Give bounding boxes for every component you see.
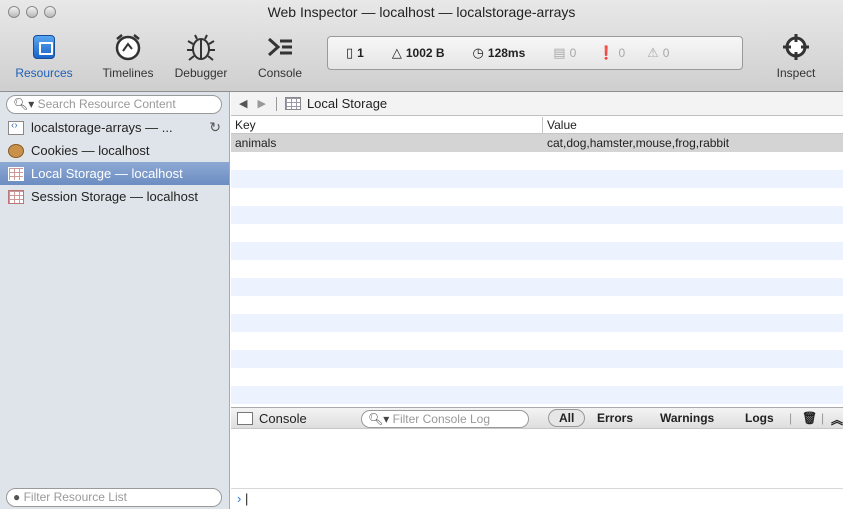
console-filter-warnings-button[interactable]: Warnings [660,411,714,425]
tab-console[interactable]: Console [252,30,308,80]
trash-icon[interactable]: 🗑︎ [802,411,817,425]
empty-row [231,152,843,170]
dashboard-errors[interactable]: ❗ 0 [598,45,625,61]
warning-icon: ⚠ [647,45,659,60]
inspect-label: Inspect [776,66,816,80]
window-title: Web Inspector — localhost — localstorage… [267,4,576,20]
console-filter-logs-button[interactable]: Logs [745,411,774,425]
sidebar-item-session-storage[interactable]: Session Storage — localhost [0,185,229,208]
storage-grid-icon [8,166,24,181]
activity-dashboard[interactable]: ▯ 1 △ 1002 B ◷ 128ms ▤ 0 ❗ 0 ⚠ 0 [327,36,743,70]
empty-row [231,368,843,386]
storage-grid-icon [284,97,301,110]
dashboard-load-time[interactable]: ◷ 128ms [473,45,526,61]
empty-row [231,314,843,332]
empty-row [231,170,843,188]
tab-console-label: Console [257,66,303,80]
resource-tree: localstorage-arrays — ... ↻ Cookies — lo… [0,116,229,208]
sidebar-item-label: Local Storage — localhost [31,166,183,181]
toolbar-divider: | [789,411,793,425]
filter-console-log-input[interactable]: 🔍︎▾ Filter Console Log [361,410,529,428]
dashboard-transfer-size[interactable]: △ 1002 B [392,45,445,61]
column-header-value[interactable]: Value [543,117,577,133]
inspect-button[interactable]: Inspect [764,30,828,80]
empty-row [231,260,843,278]
empty-row [231,386,843,404]
sidebar-item-label: localstorage-arrays — ... [31,120,173,135]
empty-row [231,296,843,314]
console-filter-all-button[interactable]: All [548,409,586,427]
cookie-icon [8,143,24,158]
empty-row [231,188,843,206]
log-bubble-icon: ▤ [553,45,566,60]
collapse-chevron-icon[interactable]: ︽ [831,411,843,428]
empty-row [231,224,843,242]
page-icon: ▯ [346,45,354,60]
crosshair-icon [783,34,809,60]
empty-row [231,206,843,224]
cell-key: animals [235,136,277,150]
console-drawer: Console 🔍︎▾ Filter Console Log All Error… [231,407,843,509]
navigation-bar: ◀ ▶ Local Storage [231,92,843,116]
resources-icon [33,35,55,59]
dashboard-warnings[interactable]: ⚠ 0 [647,45,669,61]
toolbar-divider: | [821,411,825,425]
tab-resources[interactable]: Resources [8,30,80,80]
window-titlebar: Web Inspector — localhost — localstorage… [0,0,843,92]
search-icon: 🔍︎▾ [13,97,35,111]
document-icon [8,120,24,135]
tab-resources-label: Resources [15,66,73,80]
filter-icon: ● [13,490,21,504]
storage-grid-icon [8,189,24,204]
back-arrow-icon[interactable]: ◀ [239,97,247,110]
console-prompt-input[interactable]: › | [231,488,843,508]
sidebar-item-label: Cookies — localhost [31,143,150,158]
sidebar-item-page[interactable]: localstorage-arrays — ... ↻ [0,116,229,139]
dashboard-logs[interactable]: ▤ 0 [553,45,576,61]
nav-divider [275,96,277,111]
table-header: Key Value [231,117,843,134]
error-icon: ❗ [598,45,615,60]
console-icon [268,37,292,57]
timelines-icon [115,34,141,61]
filter-resource-list-input[interactable]: ● Filter Resource List [6,488,222,507]
console-log-icon [237,412,253,425]
tab-debugger-label: Debugger [174,66,228,80]
console-title: Console [237,411,307,426]
debugger-icon [187,34,215,61]
clock-icon: ◷ [472,45,484,60]
sidebar-item-cookies[interactable]: Cookies — localhost [0,139,229,162]
sidebar-item-local-storage[interactable]: Local Storage — localhost [0,162,229,185]
column-header-key[interactable]: Key [231,117,543,133]
empty-row [231,278,843,296]
resources-sidebar: 🔍︎▾ Search Resource Content localstorage… [0,92,230,509]
console-messages [231,430,843,487]
storage-content: ◀ ▶ Local Storage Key Value animals cat,… [231,92,843,407]
reload-icon[interactable]: ↻ [209,119,221,136]
tab-timelines-label: Timelines [102,66,154,80]
table-row[interactable]: animals cat,dog,hamster,mouse,frog,rabbi… [231,134,843,152]
tab-debugger[interactable]: Debugger [168,30,234,80]
dashboard-resources-count[interactable]: ▯ 1 [346,45,364,61]
search-icon: 🔍︎▾ [368,412,390,426]
search-resource-content-input[interactable]: 🔍︎▾ Search Resource Content [6,95,222,114]
forward-arrow-icon[interactable]: ▶ [257,97,265,110]
weight-icon: △ [391,45,402,60]
tab-timelines[interactable]: Timelines [94,30,162,80]
empty-row [231,332,843,350]
empty-row [231,242,843,260]
cell-value: cat,dog,hamster,mouse,frog,rabbit [547,136,730,150]
console-toolbar: Console 🔍︎▾ Filter Console Log All Error… [231,407,843,429]
storage-table: Key Value animals cat,dog,hamster,mouse,… [231,117,843,404]
console-filter-errors-button[interactable]: Errors [597,411,633,425]
empty-row [231,350,843,368]
sidebar-item-label: Session Storage — localhost [31,189,198,204]
breadcrumb[interactable]: Local Storage [307,96,387,111]
